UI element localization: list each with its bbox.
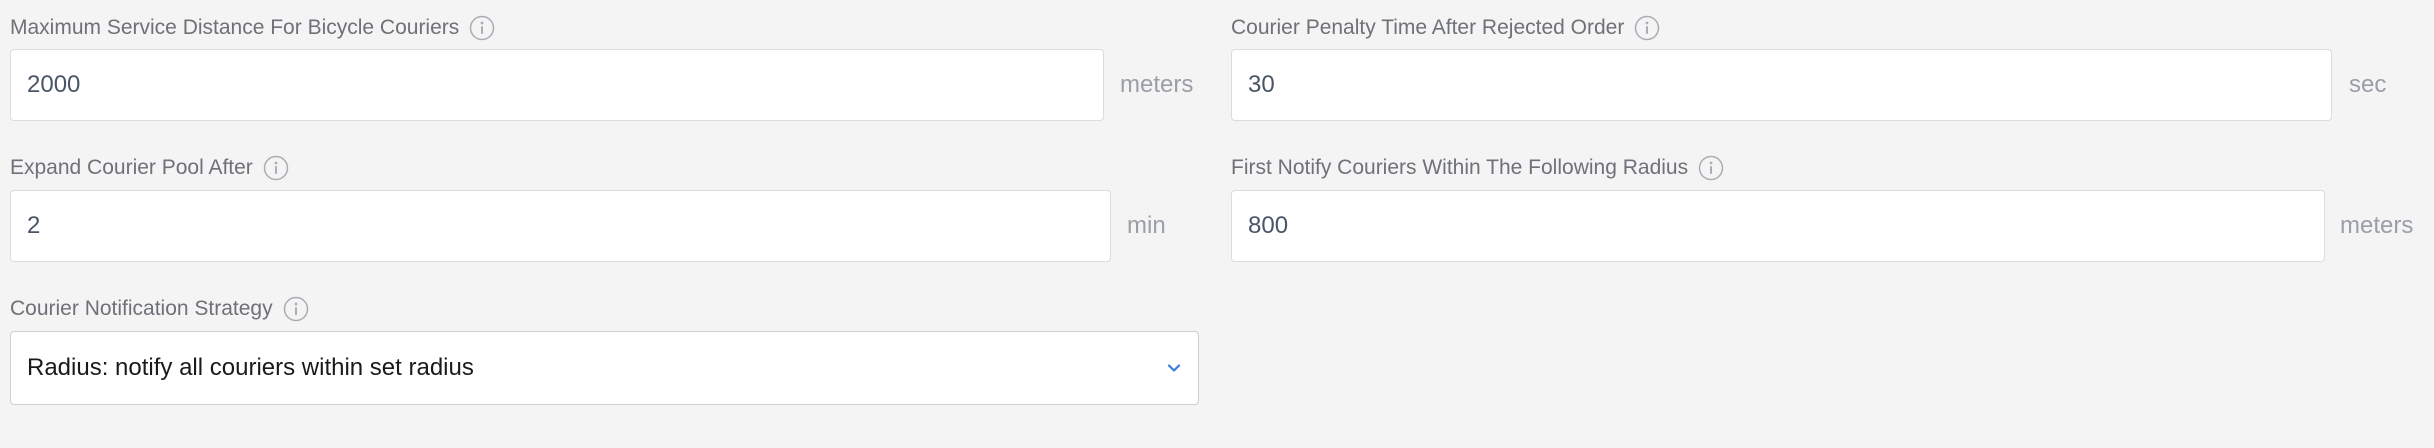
penalty-time-input[interactable]: 30: [1231, 49, 2332, 121]
info-icon[interactable]: [469, 15, 495, 41]
expand-pool-value: 2: [27, 212, 41, 239]
notification-strategy-selected: Radius: notify all couriers within set r…: [27, 354, 474, 381]
bicycle-distance-value: 2000: [27, 71, 81, 98]
penalty-time-label-row: Courier Penalty Time After Rejected Orde…: [1231, 13, 1660, 43]
expand-pool-label: Expand Courier Pool After: [10, 156, 253, 179]
expand-pool-label-row: Expand Courier Pool After: [10, 153, 289, 183]
info-icon[interactable]: [263, 155, 289, 181]
bicycle-distance-unit: meters: [1120, 71, 1194, 98]
penalty-time-unit: sec: [2349, 71, 2387, 98]
notification-strategy-select[interactable]: Radius: notify all couriers within set r…: [10, 331, 1199, 405]
info-icon[interactable]: [1634, 15, 1660, 41]
notify-radius-label: First Notify Couriers Within The Followi…: [1231, 156, 1689, 179]
notification-strategy-label-row: Courier Notification Strategy: [10, 294, 309, 324]
bicycle-distance-label: Maximum Service Distance For Bicycle Cou…: [10, 16, 460, 39]
notify-radius-input[interactable]: 800: [1231, 190, 2325, 262]
info-icon[interactable]: [1698, 155, 1724, 181]
notify-radius-value: 800: [1248, 212, 1289, 239]
penalty-time-label: Courier Penalty Time After Rejected Orde…: [1231, 16, 1625, 39]
expand-pool-input[interactable]: 2: [10, 190, 1111, 262]
bicycle-distance-input[interactable]: 2000: [10, 49, 1104, 121]
notify-radius-label-row: First Notify Couriers Within The Followi…: [1231, 153, 1724, 183]
bicycle-distance-label-row: Maximum Service Distance For Bicycle Cou…: [10, 13, 495, 43]
chevron-down-icon[interactable]: [1166, 360, 1182, 376]
notification-strategy-label: Courier Notification Strategy: [10, 297, 273, 320]
notify-radius-unit: meters: [2340, 212, 2414, 239]
penalty-time-value: 30: [1248, 71, 1275, 98]
info-icon[interactable]: [283, 296, 309, 322]
expand-pool-unit: min: [1127, 212, 1166, 239]
